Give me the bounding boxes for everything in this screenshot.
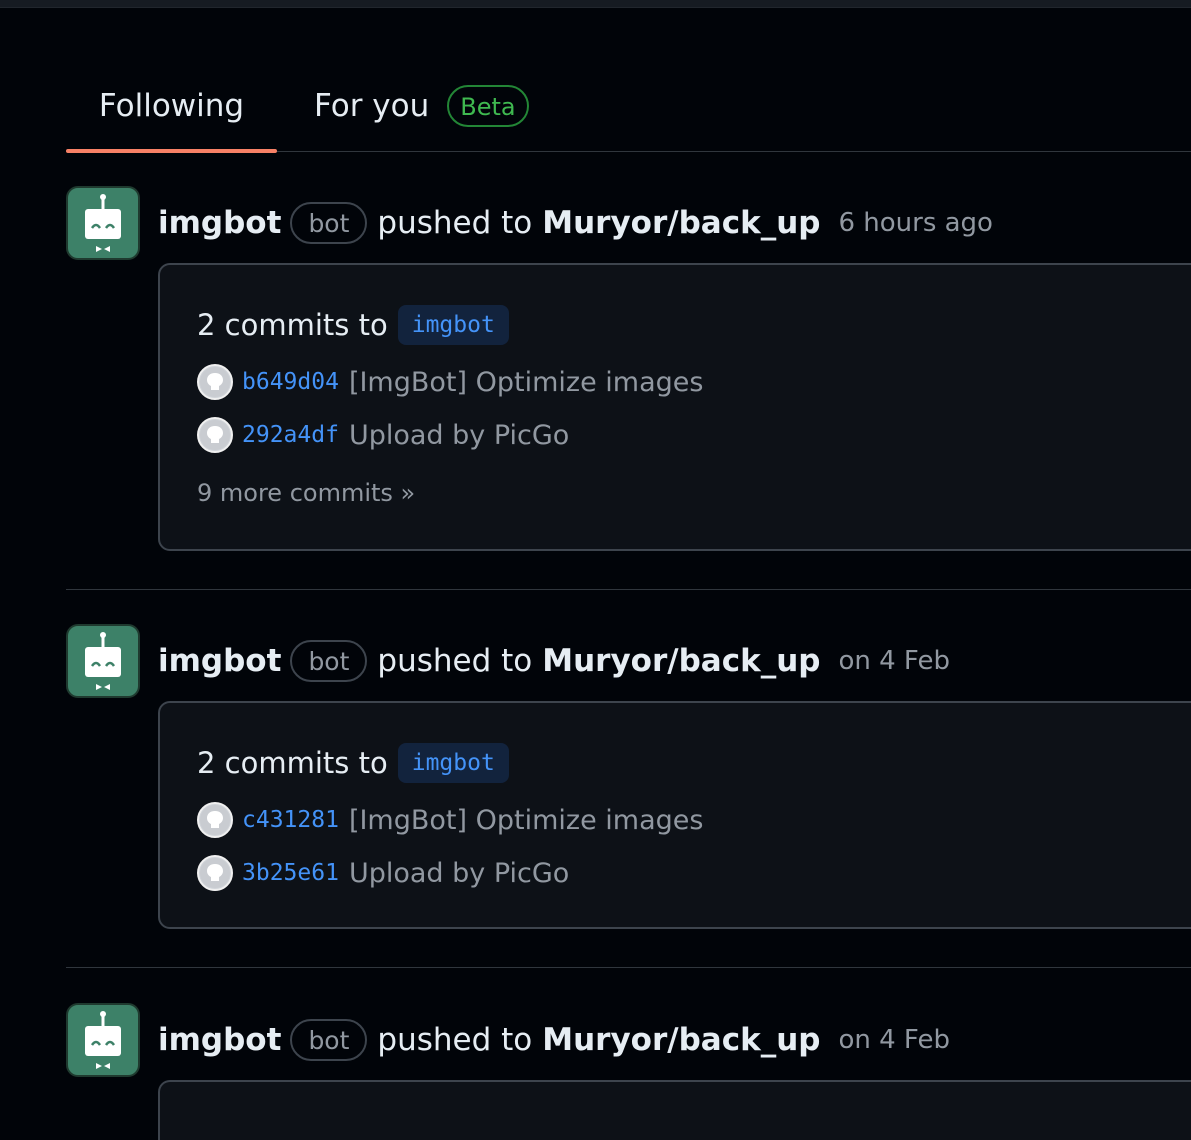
robot-icon (85, 632, 121, 690)
event-verb: pushed to (377, 643, 533, 679)
card-title: 2 commits to imgbot (197, 305, 509, 345)
branch-link[interactable]: imgbot (397, 305, 509, 345)
imgbot-avatar[interactable] (66, 624, 140, 698)
commit-author-avatar[interactable] (197, 364, 233, 400)
imgbot-avatar[interactable] (66, 1003, 140, 1077)
push-card (158, 1080, 1191, 1140)
commit-sha-link[interactable]: c431281 (242, 807, 339, 833)
tab-for-you-label: For you (314, 87, 430, 124)
commit-author-avatar[interactable] (197, 802, 233, 838)
commit-author-avatar[interactable] (197, 417, 233, 453)
event-time[interactable]: on 4 Feb (838, 646, 950, 676)
actor-link[interactable]: imgbot (158, 643, 281, 679)
tab-following-label: Following (98, 87, 245, 124)
push-card: 2 commits to imgbot b649d04 [ImgBot] Opt… (158, 263, 1191, 551)
robot-icon (85, 194, 121, 252)
tab-for-you[interactable]: For you Beta (314, 60, 529, 151)
commit-item: c431281 [ImgBot] Optimize images (197, 800, 703, 840)
push-card: 2 commits to imgbot c431281 [ImgBot] Opt… (158, 701, 1191, 929)
repo-link[interactable]: Muryor/back_up (542, 1022, 820, 1058)
commits-count-text: 2 commits to (197, 308, 388, 342)
feed-tabs: Following For you Beta (66, 60, 1191, 153)
event-verb: pushed to (377, 1022, 533, 1058)
repo-link[interactable]: Muryor/back_up (542, 205, 820, 241)
bot-badge: bot (290, 1019, 368, 1061)
commit-message: Upload by PicGo (348, 419, 570, 451)
github-octocat-icon (200, 367, 230, 397)
commit-sha-link[interactable]: 292a4df (242, 422, 339, 448)
commit-message: Upload by PicGo (348, 857, 570, 889)
event-time[interactable]: on 4 Feb (838, 1025, 950, 1055)
event-verb: pushed to (377, 205, 533, 241)
top-navigation-bar (0, 0, 1191, 8)
github-octocat-icon (200, 858, 230, 888)
commit-message: [ImgBot] Optimize images (348, 804, 704, 836)
actor-link[interactable]: imgbot (158, 205, 281, 241)
tab-following[interactable]: Following (66, 60, 277, 153)
card-title: 2 commits to imgbot (197, 743, 509, 783)
beta-badge: Beta (447, 84, 529, 127)
feed-divider (66, 589, 1191, 590)
repo-link[interactable]: Muryor/back_up (542, 643, 820, 679)
bot-badge: bot (290, 640, 368, 682)
commit-author-avatar[interactable] (197, 855, 233, 891)
robot-icon (85, 1011, 121, 1069)
commit-item: 292a4df Upload by PicGo (197, 415, 569, 455)
feed-divider (66, 967, 1191, 968)
commit-item: 3b25e61 Upload by PicGo (197, 853, 569, 893)
commit-sha-link[interactable]: 3b25e61 (242, 860, 339, 886)
commits-count-text: 2 commits to (197, 746, 388, 780)
github-octocat-icon (200, 420, 230, 450)
bot-badge: bot (290, 202, 368, 244)
more-commits-link[interactable]: 9 more commits » (197, 479, 415, 507)
imgbot-avatar[interactable] (66, 186, 140, 260)
branch-link[interactable]: imgbot (397, 743, 509, 783)
commit-item: b649d04 [ImgBot] Optimize images (197, 362, 703, 402)
github-octocat-icon (200, 805, 230, 835)
actor-link[interactable]: imgbot (158, 1022, 281, 1058)
commit-message: [ImgBot] Optimize images (348, 366, 704, 398)
event-time[interactable]: 6 hours ago (838, 208, 993, 238)
commit-sha-link[interactable]: b649d04 (242, 369, 339, 395)
